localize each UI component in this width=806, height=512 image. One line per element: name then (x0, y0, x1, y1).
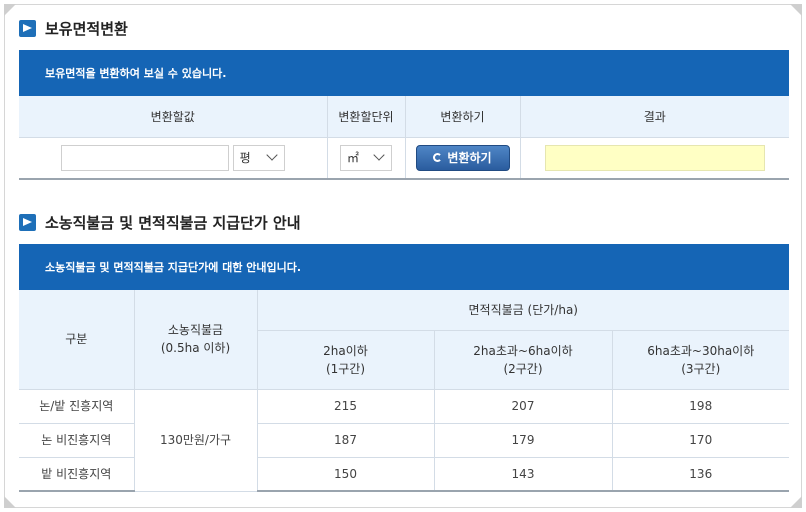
section-title-payment-guide: 소농직불금 및 면적직불금 지급단가 안내 (19, 212, 301, 233)
payment-table: 구분 소농직불금 (0.5ha 이하) 면적직불금 (단가/ha) 2ha이하 … (19, 290, 789, 492)
tier3-cell: 136 (611, 456, 789, 492)
header-tier2: 2ha초과~6ha이하 (2구간) (433, 329, 613, 390)
region-cell: 밭 비진흥지역 (19, 456, 135, 492)
header-small-farm-line2: (0.5ha 이하) (160, 341, 231, 356)
frame-corner (790, 496, 802, 508)
arrow-right-icon (19, 20, 36, 37)
region-cell: 논/밭 진흥지역 (19, 388, 135, 424)
unit-from-select[interactable]: 평 (232, 144, 285, 171)
refresh-icon (433, 153, 443, 163)
section-banner: 보유면적을 변환하여 보실 수 있습니다. (19, 50, 789, 96)
section-banner: 소농직불금 및 면적직불금 지급단가에 대한 안내입니다. (19, 244, 789, 290)
section-title-area-convert: 보유면적변환 (19, 18, 128, 39)
section-title-text: 보유면적변환 (45, 20, 128, 38)
chevron-down-icon (265, 149, 278, 161)
table-row: 평 ㎡ 변환하기 (19, 136, 789, 180)
header-area-payment: 면적직불금 (단가/ha) (256, 290, 789, 331)
header-small-farm-line1: 소농직불금 (167, 323, 224, 338)
header-tier1: 2ha이하 (1구간) (257, 329, 435, 390)
convert-button-label: 변환하기 (447, 151, 492, 166)
unit-from-value: 평 (239, 151, 251, 166)
header-tier3-line1: 6ha초과~30ha이하 (647, 343, 755, 358)
tier1-cell: 150 (256, 456, 435, 492)
result-cell (519, 136, 789, 180)
header-tier2-line2: (2구간) (503, 361, 543, 376)
frame-corner (4, 496, 16, 508)
banner-text: 소농직불금 및 면적직불금 지급단가에 대한 안내입니다. (45, 261, 302, 274)
tier1-cell: 215 (256, 388, 435, 424)
banner-text: 보유면적을 변환하여 보실 수 있습니다. (45, 67, 227, 80)
chevron-down-icon (373, 149, 385, 161)
value-input[interactable] (60, 144, 229, 171)
convert-button[interactable]: 변환하기 (415, 144, 510, 171)
header-gubun: 구분 (19, 290, 135, 390)
header-tier2-line1: 2ha초과~6ha이하 (473, 343, 573, 358)
table-header-row: 변환할값 변환할단위 변환하기 결과 (19, 96, 789, 138)
unit-to-select[interactable]: ㎡ (340, 144, 392, 171)
header-tier3-line2: (3구간) (681, 361, 721, 376)
tier2-cell: 143 (433, 456, 613, 492)
result-field (544, 144, 765, 171)
tier3-cell: 170 (611, 422, 789, 458)
header-tier3: 6ha초과~30ha이하 (3구간) (611, 329, 789, 390)
region-cell: 논 비진흥지역 (19, 422, 135, 458)
convert-cell: 변환하기 (404, 136, 521, 180)
section-title-text: 소농직불금 및 면적직불금 지급단가 안내 (45, 214, 301, 232)
frame-corner (790, 4, 802, 16)
header-unit: 변환할단위 (326, 96, 406, 138)
tier2-cell: 179 (433, 422, 613, 458)
header-value: 변환할값 (19, 96, 328, 138)
header-tier1-line2: (1구간) (325, 361, 366, 376)
value-cell: 평 (19, 136, 328, 180)
header-result: 결과 (519, 96, 789, 138)
unit-to-value: ㎡ (347, 151, 360, 166)
tier2-cell: 207 (433, 388, 613, 424)
table-header-row: 구분 소농직불금 (0.5ha 이하) 면적직불금 (단가/ha) (19, 290, 789, 390)
tier3-cell: 198 (611, 388, 789, 424)
area-convert-table: 변환할값 변환할단위 변환하기 결과 평 ㎡ 변환하기 (19, 96, 789, 180)
frame-corner (4, 4, 16, 16)
table-row: 논/밭 진흥지역 130만원/가구 215 207 198 (19, 388, 789, 492)
tier1-cell: 187 (256, 422, 435, 458)
arrow-right-icon (19, 214, 36, 231)
header-tier1-line1: 2ha이하 (323, 343, 368, 358)
unit-cell: ㎡ (326, 136, 406, 180)
small-farm-amount-cell: 130만원/가구 (133, 388, 258, 492)
header-convert: 변환하기 (404, 96, 521, 138)
header-small-farm: 소농직불금 (0.5ha 이하) (133, 290, 258, 390)
